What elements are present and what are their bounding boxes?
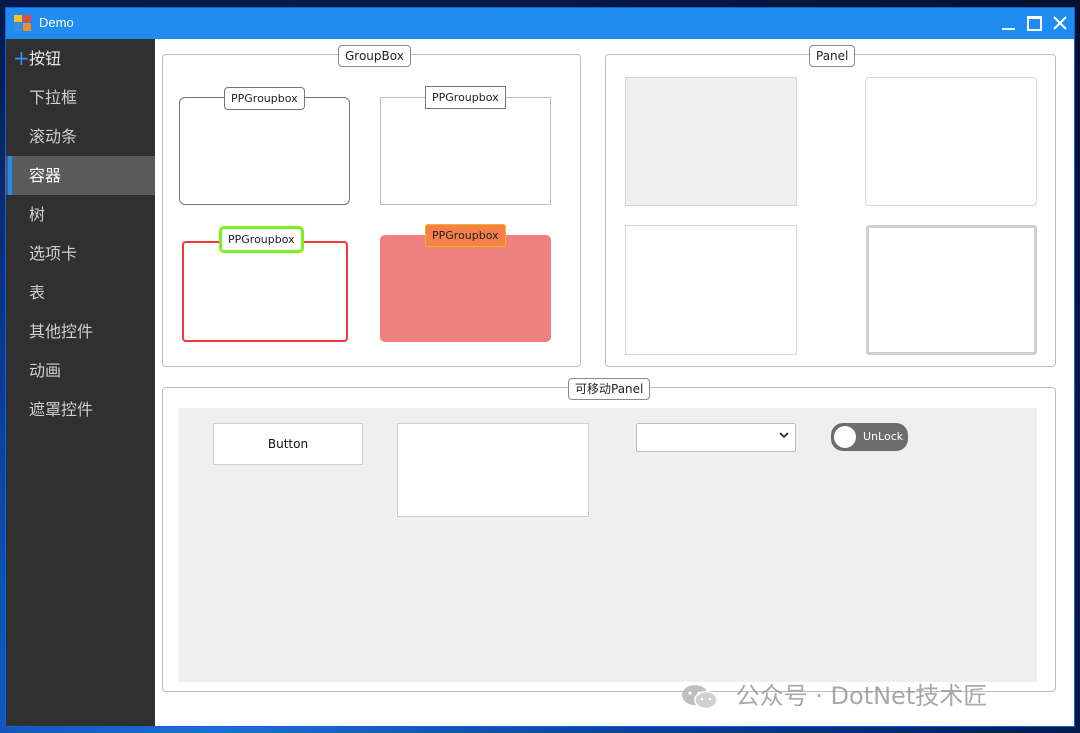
sidebar-item-label: 滚动条 xyxy=(29,127,78,146)
panel-legend: Panel xyxy=(809,45,856,67)
main-content: GroupBox PPGroupbox PPGroupbox PPGroupbo… xyxy=(155,39,1074,726)
ppgroupbox-label: PPGroupbox xyxy=(219,226,304,253)
sidebar-item-label: 遮罩控件 xyxy=(29,400,94,419)
sidebar-item-mask-controls[interactable]: 遮罩控件 xyxy=(6,390,155,429)
sidebar-item-dropdown[interactable]: 下拉框 xyxy=(6,78,155,117)
minimize-button[interactable] xyxy=(995,8,1021,39)
demo-button[interactable]: Button xyxy=(213,423,363,465)
ppgroupbox-red xyxy=(182,241,348,342)
app-icon xyxy=(14,15,31,31)
sidebar-item-label: 树 xyxy=(29,205,46,224)
app-window: Demo + 按钮 下拉框 滚动条 容器 树 选项卡 表 其他控件 动画 遮罩控… xyxy=(6,8,1074,726)
sidebar-item-tree[interactable]: 树 xyxy=(6,195,155,234)
ppgroupbox-label: PPGroupbox xyxy=(425,86,506,109)
window-title: Demo xyxy=(39,15,74,30)
plus-icon: + xyxy=(13,46,30,70)
toggle-label: UnLock xyxy=(863,430,904,443)
sidebar-item-label: 动画 xyxy=(29,361,62,380)
sidebar-item-label: 选项卡 xyxy=(29,244,78,263)
watermark-text: 公众号 · DotNet技术匠 xyxy=(735,682,988,710)
wechat-icon xyxy=(682,685,718,710)
sidebar-item-tabs[interactable]: 选项卡 xyxy=(6,234,155,273)
close-button[interactable] xyxy=(1047,8,1073,39)
movable-panel-legend: 可移动Panel xyxy=(568,378,651,400)
panel-thick-border xyxy=(866,225,1037,355)
dropdown-select[interactable] xyxy=(636,423,796,452)
sidebar-item-label: 表 xyxy=(29,283,46,302)
sidebar-item-other-controls[interactable]: 其他控件 xyxy=(6,312,155,351)
panel-white-square xyxy=(625,225,797,355)
ppgroupbox-square xyxy=(380,97,551,205)
sidebar-item-label: 下拉框 xyxy=(29,88,78,107)
watermark: 公众号 · DotNet技术匠 xyxy=(680,676,987,711)
panel-white-rounded xyxy=(865,77,1037,206)
sidebar-item-buttons[interactable]: + 按钮 xyxy=(6,39,155,78)
ppgroupbox-filled xyxy=(380,235,551,342)
sidebar-item-animation[interactable]: 动画 xyxy=(6,351,155,390)
ppgroupbox-label: PPGroupbox xyxy=(425,224,506,247)
sidebar: + 按钮 下拉框 滚动条 容器 树 选项卡 表 其他控件 动画 遮罩控件 xyxy=(6,39,155,726)
toggle-knob xyxy=(834,426,856,448)
sidebar-item-table[interactable]: 表 xyxy=(6,273,155,312)
sidebar-item-label: 容器 xyxy=(29,166,62,185)
groupbox-legend: GroupBox xyxy=(338,45,411,67)
sidebar-item-scrollbar[interactable]: 滚动条 xyxy=(6,117,155,156)
title-bar[interactable]: Demo xyxy=(6,8,1074,39)
chevron-down-icon xyxy=(779,432,789,439)
sidebar-item-label: 其他控件 xyxy=(29,322,94,341)
unlock-toggle[interactable]: UnLock xyxy=(831,423,908,451)
sidebar-item-container[interactable]: 容器 xyxy=(6,156,155,195)
sidebar-item-label: 按钮 xyxy=(29,49,62,68)
text-area[interactable] xyxy=(397,423,589,517)
close-icon xyxy=(1053,16,1067,30)
maximize-button[interactable] xyxy=(1021,8,1047,39)
ppgroupbox-label: PPGroupbox xyxy=(224,87,305,110)
panel-gray xyxy=(625,77,797,206)
ppgroupbox-rounded xyxy=(179,97,350,205)
